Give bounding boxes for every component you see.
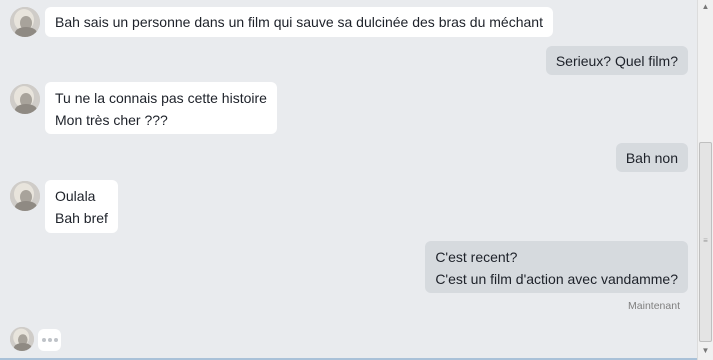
scroll-up-arrow-icon[interactable]: ▲: [698, 0, 713, 14]
message-text: C'est recent?: [435, 249, 518, 265]
typing-dot-icon: [47, 338, 52, 342]
typing-indicator: [38, 329, 61, 351]
message-text: Mon très cher ???: [55, 112, 168, 128]
contact-avatar[interactable]: [10, 327, 34, 351]
message-bubble-outgoing: Bah non: [615, 143, 688, 172]
message-text: Bah sais un personne dans un film qui sa…: [55, 14, 543, 30]
avatar-photo-icon: [10, 181, 40, 211]
contact-avatar[interactable]: [10, 7, 40, 37]
message-text: Serieux? Quel film?: [555, 53, 678, 69]
scroll-thumb[interactable]: ≡: [699, 142, 712, 342]
message-bubble-outgoing: Serieux? Quel film?: [545, 46, 688, 75]
message-text: Bah non: [625, 150, 678, 166]
message-bubble-incoming: Oulala Bah bref: [45, 180, 118, 233]
contact-avatar[interactable]: [10, 84, 40, 114]
avatar-photo-icon: [10, 7, 40, 37]
scroll-down-arrow-icon[interactable]: ▼: [698, 344, 713, 358]
message-timestamp: Maintenant: [628, 300, 680, 312]
message-text: Oulala: [55, 188, 96, 204]
message-bubble-incoming: Tu ne la connais pas cette histoire Mon …: [45, 82, 277, 134]
typing-dot-icon: [41, 338, 46, 342]
scroll-grip-icon: ≡: [703, 236, 708, 245]
message-text: Tu ne la connais pas cette histoire: [55, 90, 267, 106]
typing-dot-icon: [53, 338, 58, 342]
message-bubble-outgoing: C'est recent? C'est un film d'action ave…: [425, 241, 688, 293]
avatar-photo-icon: [10, 84, 40, 114]
avatar-photo-icon: [10, 327, 34, 351]
contact-avatar[interactable]: [10, 181, 40, 211]
message-text: C'est un film d'action avec vandamme?: [435, 271, 678, 287]
vertical-scrollbar[interactable]: ▲ ≡ ▼: [697, 0, 713, 360]
message-text: Bah bref: [55, 210, 108, 226]
message-bubble-incoming: Bah sais un personne dans un film qui sa…: [45, 7, 553, 37]
chat-conversation[interactable]: Bah sais un personne dans un film qui sa…: [0, 0, 697, 360]
